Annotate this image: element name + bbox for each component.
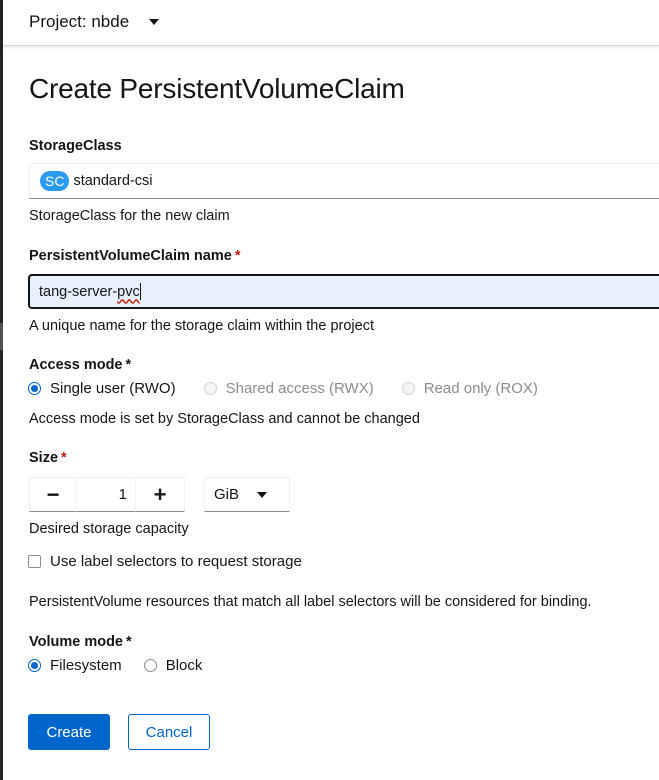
project-selector[interactable]: Project: nbde xyxy=(29,12,160,32)
caret-down-icon xyxy=(149,19,160,25)
size-unit-value: GiB xyxy=(214,486,240,503)
size-label-text: Size xyxy=(29,450,59,466)
volume-mode-filesystem-label[interactable]: Filesystem xyxy=(50,657,122,674)
access-mode-options: Single user (RWO) Shared access (RWX) Re… xyxy=(28,380,566,397)
volume-mode-label-text: Volume mode xyxy=(29,634,123,650)
size-increment-button[interactable]: + xyxy=(135,477,185,512)
access-mode-rwx-radio xyxy=(203,382,217,395)
access-mode-rwo-label[interactable]: Single user (RWO) xyxy=(50,380,176,397)
storage-class-badge: SC xyxy=(40,171,70,191)
storage-class-select[interactable]: SC standard-csi xyxy=(29,163,659,199)
cancel-button[interactable]: Cancel xyxy=(128,714,210,750)
caret-down-icon xyxy=(257,491,268,498)
pvc-name-value-misspelled: pvc xyxy=(117,283,140,300)
top-bar: Project: nbde xyxy=(3,0,659,46)
create-button[interactable]: Create xyxy=(28,714,110,750)
required-marker: * xyxy=(234,248,241,264)
storage-class-value: standard-csi xyxy=(73,173,153,189)
size-stepper: − 1 + xyxy=(29,477,185,512)
access-mode-rox-radio xyxy=(401,382,415,395)
page-title: Create PersistentVolumeClaim xyxy=(29,73,405,104)
access-mode-rox-label: Read only (ROX) xyxy=(423,380,538,397)
label-selector-help: PersistentVolume resources that match al… xyxy=(29,594,592,610)
access-mode-label: Access mode * xyxy=(29,357,131,373)
access-mode-rwx-label: Shared access (RWX) xyxy=(225,380,374,397)
project-label: Project: nbde xyxy=(29,12,130,31)
required-marker: * xyxy=(125,357,132,373)
volume-mode-block-label[interactable]: Block xyxy=(166,657,203,674)
left-nav-highlight xyxy=(0,323,3,350)
pvc-name-label: PersistentVolumeClaim name * xyxy=(29,248,240,264)
label-selector-row: Use label selectors to request storage xyxy=(28,553,302,570)
label-selector-checkbox[interactable] xyxy=(28,555,41,568)
size-help: Desired storage capacity xyxy=(29,521,189,537)
label-selector-label[interactable]: Use label selectors to request storage xyxy=(50,553,302,570)
pvc-name-value-prefix: tang-server- xyxy=(39,283,118,300)
required-marker: * xyxy=(61,450,67,466)
size-label: Size * xyxy=(29,450,67,466)
volume-mode-label: Volume mode * xyxy=(29,634,132,650)
size-decrement-button[interactable]: − xyxy=(29,477,77,512)
text-cursor xyxy=(139,283,141,300)
access-mode-help: Access mode is set by StorageClass and c… xyxy=(29,411,420,427)
storage-class-help: StorageClass for the new claim xyxy=(29,208,230,224)
volume-mode-block-radio[interactable] xyxy=(143,659,157,672)
volume-mode-filesystem-radio[interactable] xyxy=(28,659,41,672)
pvc-name-help: A unique name for the storage claim with… xyxy=(29,318,374,334)
left-nav-rail xyxy=(0,0,3,780)
pvc-name-label-text: PersistentVolumeClaim name xyxy=(29,248,232,264)
size-unit-select[interactable]: GiB xyxy=(204,477,290,512)
access-mode-label-text: Access mode xyxy=(29,357,123,373)
volume-mode-options: Filesystem Block xyxy=(28,657,230,674)
storage-class-label: StorageClass xyxy=(29,138,122,154)
size-value-input[interactable]: 1 xyxy=(77,477,135,512)
required-marker: * xyxy=(126,634,132,650)
access-mode-rwo-radio[interactable] xyxy=(28,382,41,395)
pvc-name-input[interactable]: tang-server-pvc xyxy=(28,274,659,309)
